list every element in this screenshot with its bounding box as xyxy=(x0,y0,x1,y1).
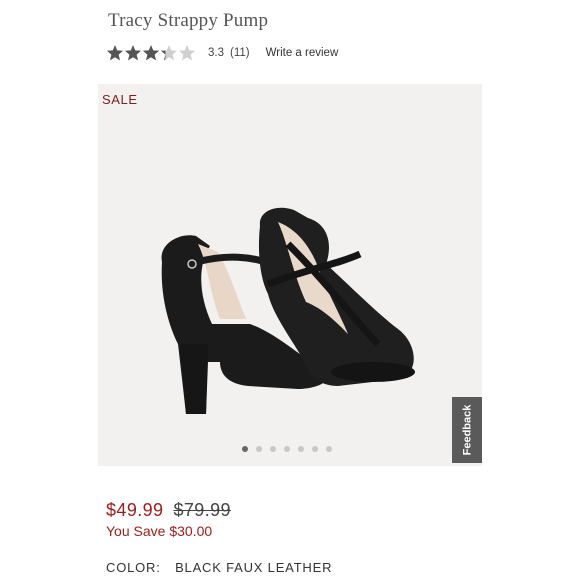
star-rating[interactable] xyxy=(106,44,196,62)
color-label: COLOR: xyxy=(106,560,161,575)
carousel-dot[interactable] xyxy=(326,446,332,452)
star-icon xyxy=(124,44,142,62)
carousel-dot[interactable] xyxy=(284,446,290,452)
feedback-tab[interactable]: Feedback xyxy=(452,397,482,463)
star-icon xyxy=(106,44,124,62)
color-selection: COLOR: BLACK FAUX LEATHER xyxy=(106,560,332,575)
product-title: Tracy Strappy Pump xyxy=(108,10,269,31)
sale-badge: SALE xyxy=(102,92,138,107)
feedback-label: Feedback xyxy=(461,404,473,456)
write-review-link[interactable]: Write a review xyxy=(266,47,339,59)
rating-value: 3.3 xyxy=(208,47,224,59)
carousel-dot[interactable] xyxy=(242,446,248,452)
color-value: BLACK FAUX LEATHER xyxy=(175,560,333,575)
black-strappy-pumps-image xyxy=(161,207,415,414)
carousel-dot[interactable] xyxy=(298,446,304,452)
star-icon xyxy=(142,44,160,62)
carousel-dot[interactable] xyxy=(270,446,276,452)
original-price: $79.99 xyxy=(173,500,231,520)
star-icon xyxy=(178,44,196,62)
carousel-dots xyxy=(242,446,332,452)
carousel-dot[interactable] xyxy=(256,446,262,452)
price-row: $49.99 $79.99 xyxy=(106,500,231,521)
sale-price: $49.99 xyxy=(106,500,164,520)
rating-row: 3.3 (11) Write a review xyxy=(106,42,338,64)
carousel-dot[interactable] xyxy=(312,446,318,452)
star-icon xyxy=(160,44,178,62)
savings-text: You Save $30.00 xyxy=(106,523,213,539)
rating-count[interactable]: (11) xyxy=(230,47,250,59)
product-image-gallery[interactable]: SALE Feedback xyxy=(98,84,482,466)
